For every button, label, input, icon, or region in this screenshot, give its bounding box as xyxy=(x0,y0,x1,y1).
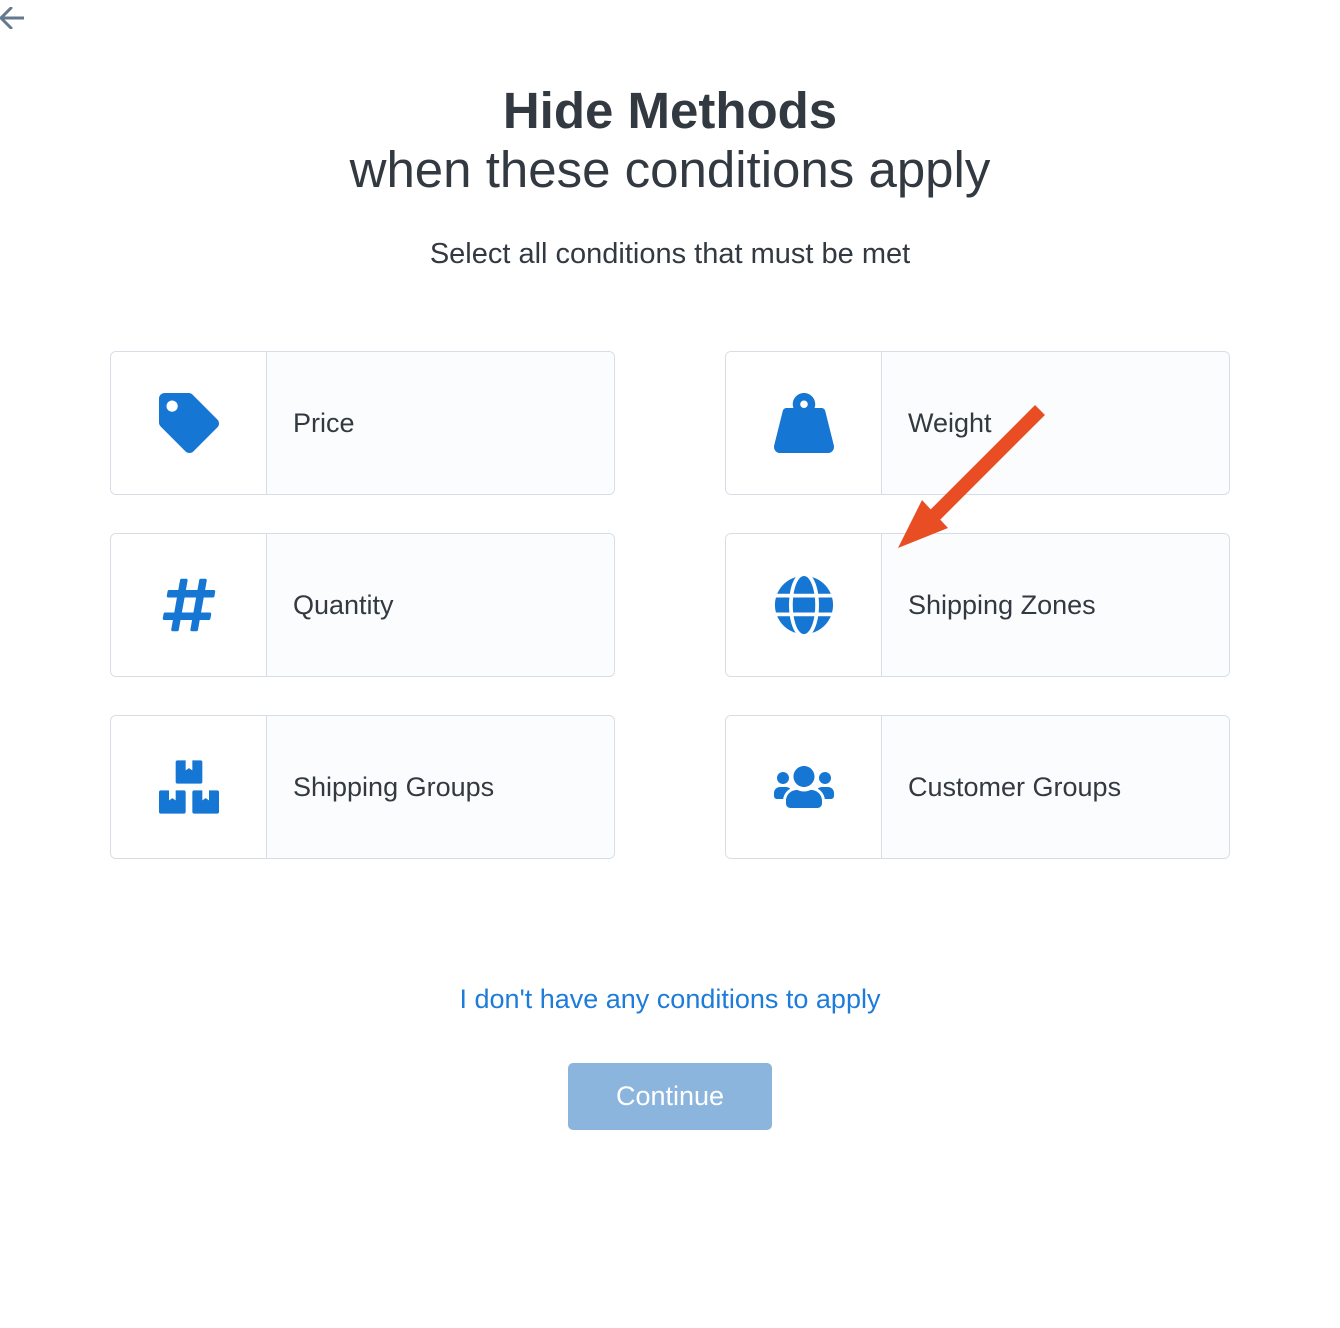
users-icon xyxy=(726,716,882,858)
condition-card-shipping-zones[interactable]: Shipping Zones xyxy=(725,533,1230,677)
page-title: Hide Methods xyxy=(503,80,837,141)
condition-card-customer-groups[interactable]: Customer Groups xyxy=(725,715,1230,859)
card-label: Weight xyxy=(882,352,1229,494)
hash-icon xyxy=(111,534,267,676)
condition-card-weight[interactable]: Weight xyxy=(725,351,1230,495)
continue-button[interactable]: Continue xyxy=(568,1063,772,1130)
card-label: Customer Groups xyxy=(882,716,1229,858)
instruction-text: Select all conditions that must be met xyxy=(430,238,910,271)
boxes-icon xyxy=(111,716,267,858)
card-label: Quantity xyxy=(267,534,614,676)
skip-conditions-link[interactable]: I don't have any conditions to apply xyxy=(460,984,881,1015)
conditions-grid: Price Weight Quantity Shipping Zones Shi xyxy=(110,351,1230,859)
main-container: Hide Methods when these conditions apply… xyxy=(0,0,1340,1130)
card-label: Shipping Zones xyxy=(882,534,1229,676)
condition-card-price[interactable]: Price xyxy=(110,351,615,495)
condition-card-shipping-groups[interactable]: Shipping Groups xyxy=(110,715,615,859)
page-subtitle: when these conditions apply xyxy=(350,139,991,200)
condition-card-quantity[interactable]: Quantity xyxy=(110,533,615,677)
back-arrow-icon[interactable] xyxy=(0,4,24,36)
globe-icon xyxy=(726,534,882,676)
card-label: Shipping Groups xyxy=(267,716,614,858)
price-tag-icon xyxy=(111,352,267,494)
card-label: Price xyxy=(267,352,614,494)
weight-icon xyxy=(726,352,882,494)
